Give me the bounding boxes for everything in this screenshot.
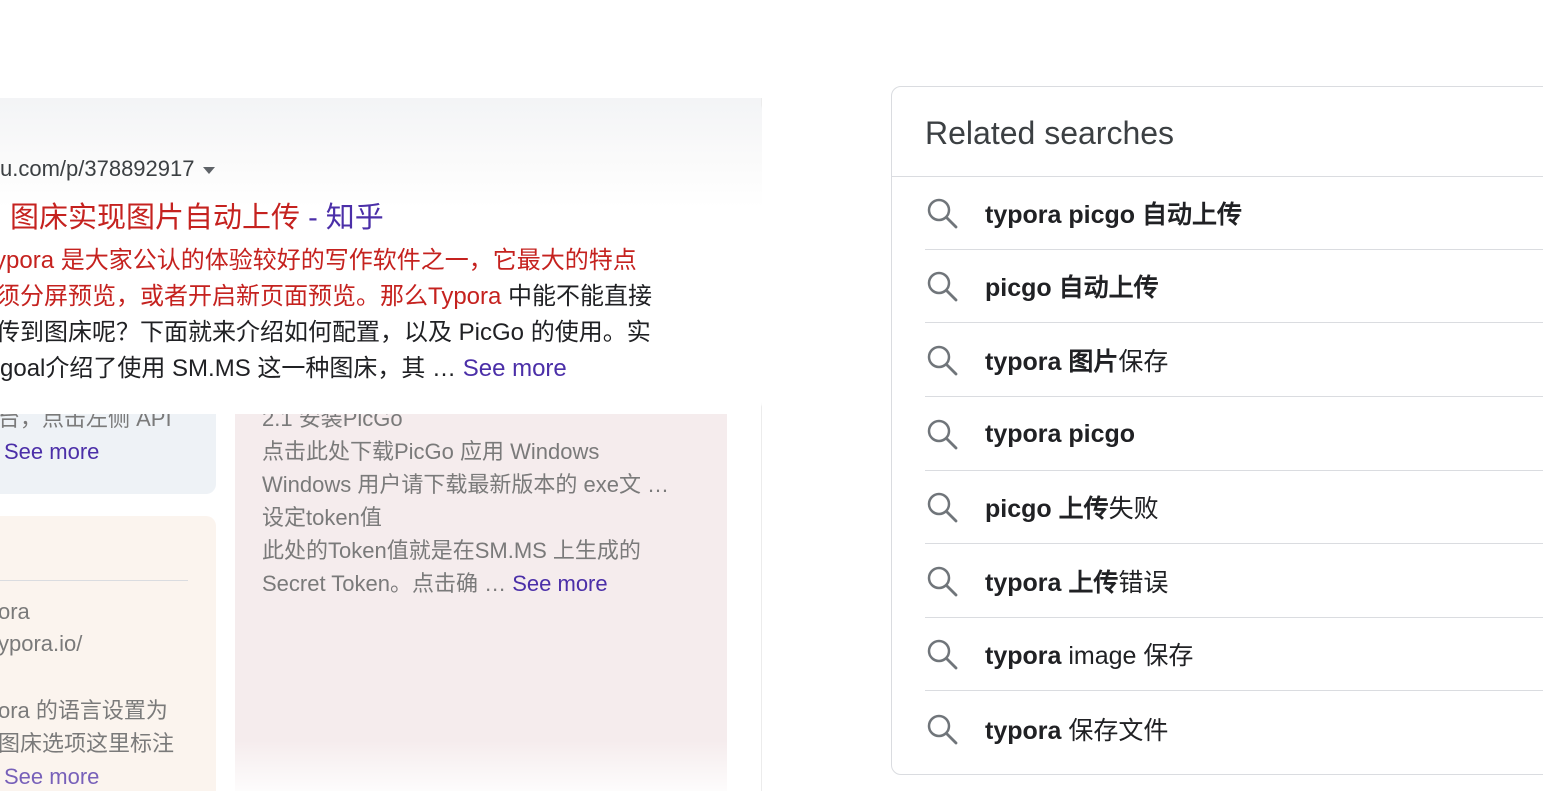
search-icon: [927, 639, 958, 670]
search-icon: [927, 271, 958, 302]
search-icon: [927, 345, 958, 376]
plain-text: 保存文件: [1061, 716, 1169, 745]
related-search-item[interactable]: typora 上传错误: [925, 545, 1543, 618]
related-search-label: typora picgo 自动上传: [985, 195, 1242, 231]
related-search-item[interactable]: picgo 上传失败: [925, 471, 1543, 544]
bold-text: picgo 自动上传: [985, 274, 1159, 302]
search-icon: [927, 492, 958, 523]
related-search-item[interactable]: typora 保存文件: [925, 692, 1543, 765]
plain-text: 保存: [1118, 348, 1169, 376]
result-title-link[interactable]: 图床实现图片自动上传 - 知乎: [10, 194, 384, 236]
search-icon: [927, 198, 958, 229]
bold-text: typora picgo 自动上传: [985, 201, 1242, 229]
search-icon: [927, 419, 958, 450]
related-search-item[interactable]: typora image 保存: [925, 618, 1543, 691]
result-description-line: ypora 是大家公认的体验较好的写作软件之一，它最大的特点: [0, 243, 637, 279]
mid-snippet-last-line: Secret Token。点击确 … See more: [262, 567, 608, 600]
related-search-label: picgo 上传失败: [985, 489, 1159, 525]
result-url-text[interactable]: u.com/p/378892917: [0, 156, 195, 181]
bold-text: typora 上传: [985, 569, 1119, 597]
bold-text: typora: [985, 642, 1062, 670]
bold-text: typora 图片: [985, 348, 1119, 376]
result-title-site[interactable]: - 知乎: [300, 202, 384, 234]
related-search-item[interactable]: typora picgo 自动上传: [925, 177, 1543, 250]
left-snippet-line: ypora.io/: [0, 631, 83, 656]
related-search-label: typora image 保存: [985, 636, 1193, 672]
bold-text: typora: [985, 716, 1062, 745]
search-icon: [927, 714, 958, 744]
highlight-text: ypora 是大家公认的体验较好的写作软件之一，它最大的特点: [0, 247, 637, 274]
result-description-line: 传到图床呢？下面就来介绍如何配置，以及 PicGo 的使用。实: [0, 315, 651, 351]
result-description-line: goal介绍了使用 SM.MS 这一种图床，其 … See more: [0, 351, 567, 387]
mid-see-more-link[interactable]: See more: [512, 571, 607, 596]
mid-snippet-line: 设定token值: [262, 505, 382, 530]
divider: [0, 580, 188, 581]
plain-text: image 保存: [1061, 642, 1194, 670]
plain-text: 中能不能直接: [501, 283, 653, 310]
related-search-label: typora 保存文件: [985, 711, 1168, 747]
mid-snippet-line: Windows 用户请下载最新版本的 exe文 …: [262, 472, 670, 497]
related-searches-title: Related searches: [925, 115, 1175, 151]
bold-text: picgo 上传: [985, 495, 1109, 523]
related-search-label: typora 上传错误: [985, 563, 1168, 599]
result-title-main[interactable]: 图床实现图片自动上传: [10, 202, 300, 234]
related-search-label: typora 图片保存: [985, 342, 1168, 378]
result-card-middle-fade: [235, 740, 727, 791]
related-search-item[interactable]: typora 图片保存: [925, 324, 1543, 397]
related-searches-panel: Related searches typora picgo 自动上传 picgo…: [891, 86, 1543, 775]
mid-snippet-line: Secret Token。点击确 …: [262, 571, 513, 596]
related-search-label: picgo 自动上传: [985, 268, 1159, 304]
related-search-item[interactable]: picgo 自动上传: [925, 250, 1543, 323]
plain-text: goal介绍了使用 SM.MS 这一种图床，其 …: [0, 355, 463, 382]
left-bottom-see-more-link[interactable]: See more: [4, 760, 99, 791]
left-top-see-more-link[interactable]: See more: [4, 435, 99, 468]
bold-text: typora picgo: [985, 419, 1136, 448]
caret-down-icon[interactable]: [202, 166, 215, 174]
result-see-more-link[interactable]: See more: [463, 355, 567, 382]
left-snippet-line: ora 的语言设置为: [0, 698, 168, 723]
plain-text: 错误: [1118, 569, 1169, 597]
mid-snippet-line: 此处的Token值就是在SM.MS 上生成的: [262, 538, 641, 563]
plain-text: 失败: [1108, 495, 1159, 523]
related-search-label: typora picgo: [985, 420, 1135, 449]
left-snippet-line: 图床选项这里标注: [0, 731, 175, 756]
mid-snippet-line: 点击此处下载PicGo 应用 Windows: [262, 439, 600, 464]
search-icon: [927, 566, 958, 597]
result-description-line: 须分屏预览，或者开启新页面预览。那么Typora 中能不能直接: [0, 279, 652, 315]
related-search-item[interactable]: typora picgo: [925, 398, 1543, 471]
highlight-text: 须分屏预览，或者开启新页面预览。那么Typora: [0, 283, 502, 310]
left-snippet-line: ora: [0, 599, 30, 624]
result-url[interactable]: u.com/p/378892917: [0, 156, 215, 182]
plain-text: 传到图床呢？下面就来介绍如何配置，以及 PicGo 的使用。实: [0, 319, 651, 346]
